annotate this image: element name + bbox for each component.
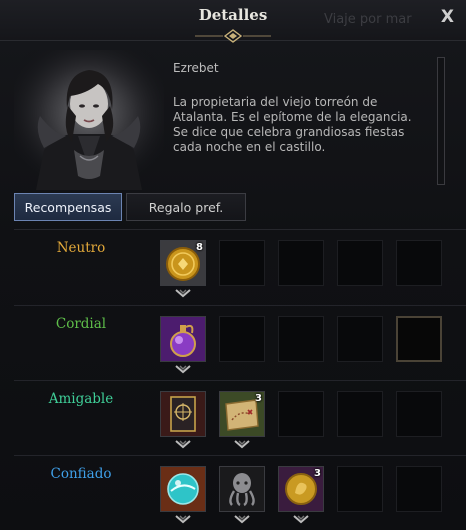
details-window: Viaje por mar Detalles X Ezrebet La prop…	[0, 0, 466, 530]
empty-slot	[396, 391, 442, 437]
empty-slot	[396, 240, 442, 286]
npc-description: La propietaria del viejo torreón de Atal…	[173, 95, 412, 154]
empty-slot	[337, 466, 383, 512]
tier-label: Cordial	[55, 316, 107, 332]
octopus-statue-icon	[220, 467, 264, 511]
tier-row-cordial: Cordial	[14, 308, 466, 378]
chevron-down-icon	[175, 289, 191, 298]
title-bar: Viaje por mar Detalles X	[0, 0, 466, 43]
empty-slot	[278, 316, 324, 362]
npc-name: Ezrebet	[173, 61, 219, 75]
reward-slot[interactable]: 3	[278, 466, 324, 512]
chevron-down-icon	[175, 440, 191, 449]
chevron-down-icon	[293, 515, 309, 524]
tier-row-neutro: Neutro 8	[14, 232, 466, 302]
tier-label: Neutro	[56, 240, 106, 256]
chevron-down-icon	[234, 515, 250, 524]
crystal-orb-icon	[161, 467, 205, 511]
item-count: 3	[314, 468, 321, 479]
divider	[14, 380, 466, 381]
divider	[14, 305, 466, 306]
chevron-down-icon	[175, 365, 191, 374]
tab-rewards[interactable]: Recompensas	[14, 193, 122, 221]
tier-row-confiado: Confiado 3	[14, 458, 466, 528]
reward-slot[interactable]	[160, 316, 206, 362]
reward-slot[interactable]	[219, 466, 265, 512]
purple-potion-icon	[161, 317, 205, 361]
window-title: Detalles	[198, 6, 268, 24]
reward-slot[interactable]	[160, 466, 206, 512]
tier-label: Amigable	[48, 391, 114, 407]
tier-row-amigable: Amigable 3	[14, 383, 466, 453]
divider	[14, 455, 466, 456]
highlighted-slot[interactable]	[396, 316, 442, 362]
chevron-down-icon	[175, 515, 191, 524]
empty-slot	[396, 466, 442, 512]
chevron-down-icon	[234, 440, 250, 449]
empty-slot	[337, 240, 383, 286]
empty-slot	[219, 316, 265, 362]
empty-slot	[278, 391, 324, 437]
close-button[interactable]: X	[441, 7, 454, 27]
npc-portrait	[14, 50, 164, 190]
reward-slot[interactable]: 8	[160, 240, 206, 286]
tier-label: Confiado	[50, 466, 112, 482]
empty-slot	[337, 391, 383, 437]
divider	[14, 229, 466, 230]
title-ornament-icon	[195, 29, 271, 43]
empty-slot	[219, 240, 265, 286]
reward-slot[interactable]	[160, 391, 206, 437]
reward-slot[interactable]: 3	[219, 391, 265, 437]
tab-preferred-gift[interactable]: Regalo pref.	[126, 193, 246, 221]
item-count: 8	[196, 242, 203, 253]
empty-slot	[337, 316, 383, 362]
item-count: 3	[255, 393, 262, 404]
card-icon	[161, 392, 205, 436]
description-scrollbar[interactable]	[437, 57, 445, 185]
empty-slot	[278, 240, 324, 286]
